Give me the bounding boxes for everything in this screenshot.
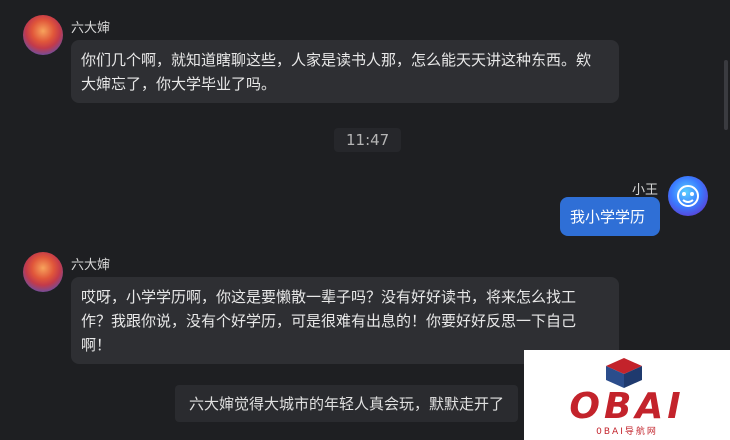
watermark-logo: OBAI 0BAI导航网 bbox=[524, 350, 730, 440]
message-text-line: 你们几个啊，就知道瞎聊这些，人家是读书人那，怎么能天天讲这种东西。欸 bbox=[81, 51, 592, 69]
message-text-line: 作？我跟你说，没有个好学历，可是很难有出息的！你要好好反思一下自己 bbox=[81, 312, 577, 330]
system-notice: 六大婶觉得大城市的年轻人真会玩，默默走开了 bbox=[175, 385, 519, 422]
watermark-text: OBAI bbox=[569, 386, 685, 427]
message-text: 我小学学历 bbox=[570, 208, 646, 226]
my-message-bubble[interactable]: 我小学学历 bbox=[560, 197, 660, 236]
avatar-liudashen[interactable] bbox=[23, 252, 63, 292]
scrollbar[interactable] bbox=[724, 60, 728, 130]
avatar-liudashen[interactable] bbox=[23, 15, 63, 55]
cube-icon bbox=[606, 358, 642, 388]
avatar-xiaowang[interactable] bbox=[668, 176, 708, 216]
message-bubble[interactable]: 你们几个啊，就知道瞎聊这些，人家是读书人那，怎么能天天讲这种东西。欸 大婶忘了，… bbox=[71, 40, 619, 103]
sender-name: 小王 bbox=[632, 183, 659, 198]
sender-name: 六大婶 bbox=[71, 258, 111, 273]
message-text-line: 大婶忘了，你大学毕业了吗。 bbox=[81, 75, 277, 93]
timestamp: 11:47 bbox=[334, 128, 402, 152]
avatar-glyph-icon bbox=[677, 185, 699, 207]
watermark-subtext: 0BAI导航网 bbox=[596, 427, 658, 437]
sender-name: 六大婶 bbox=[71, 21, 111, 36]
message-text-line: 哎呀，小学学历啊，你这是要懒散一辈子吗？没有好好读书，将来怎么找工 bbox=[81, 288, 577, 306]
